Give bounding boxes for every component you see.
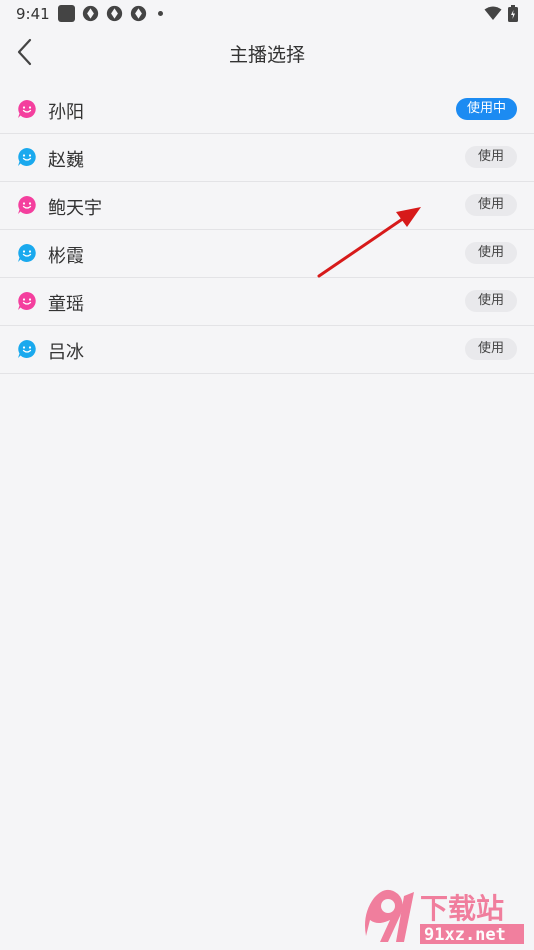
system-status-icons (484, 5, 518, 22)
site-watermark-logo: 下载站 91xz.net (365, 889, 524, 945)
chat-face-icon (18, 148, 36, 166)
chat-face-icon (18, 244, 36, 262)
list-item-anchor[interactable]: 赵巍 使用 (0, 134, 534, 182)
anchor-name: 孙阳 (48, 102, 84, 123)
aperture-icon (106, 5, 123, 22)
svg-text:下载站: 下载站 (420, 892, 504, 925)
list-item-anchor[interactable]: 童瑶 使用 (0, 278, 534, 326)
list-item-anchor[interactable]: 孙阳 使用中 (0, 86, 534, 134)
chat-face-icon (18, 340, 36, 358)
list-item-anchor[interactable]: 鲍天宇 使用 (0, 182, 534, 230)
svg-text:91xz.net: 91xz.net (424, 925, 506, 945)
anchor-name: 童瑶 (48, 294, 84, 315)
anchor-name: 吕冰 (48, 342, 84, 363)
app-header: 主播选择 (0, 28, 534, 76)
wifi-icon (484, 6, 502, 20)
anchor-name: 鲍天宇 (48, 198, 102, 219)
anchor-list: 孙阳 使用中 赵巍 使用 鲍天宇 使用 彬霞 使用 童瑶 使用 吕冰 使用 (0, 86, 534, 374)
use-button[interactable]: 使用 (464, 242, 517, 264)
aperture-icon (82, 5, 99, 22)
use-button[interactable]: 使用 (464, 290, 517, 312)
list-item-anchor[interactable]: 彬霞 使用 (0, 230, 534, 278)
use-button[interactable]: 使用 (464, 146, 517, 168)
page-title: 主播选择 (228, 44, 305, 66)
chat-face-icon (18, 292, 36, 310)
aperture-icon (130, 5, 147, 22)
chat-face-icon (18, 196, 36, 214)
use-button[interactable]: 使用 (464, 338, 517, 360)
app-notification-icon (58, 5, 75, 22)
battery-icon (508, 5, 518, 22)
list-item-anchor[interactable]: 吕冰 使用 (0, 326, 534, 374)
anchor-name: 赵巍 (48, 150, 84, 171)
notification-icons (58, 5, 163, 22)
chat-face-icon (18, 100, 36, 118)
use-button[interactable]: 使用 (464, 194, 517, 216)
status-time: 9:41 (16, 5, 50, 23)
in-use-button[interactable]: 使用中 (455, 98, 517, 120)
more-notifications-icon (158, 11, 163, 16)
anchor-name: 彬霞 (48, 246, 84, 267)
status-bar: 9:41 (0, 0, 534, 28)
